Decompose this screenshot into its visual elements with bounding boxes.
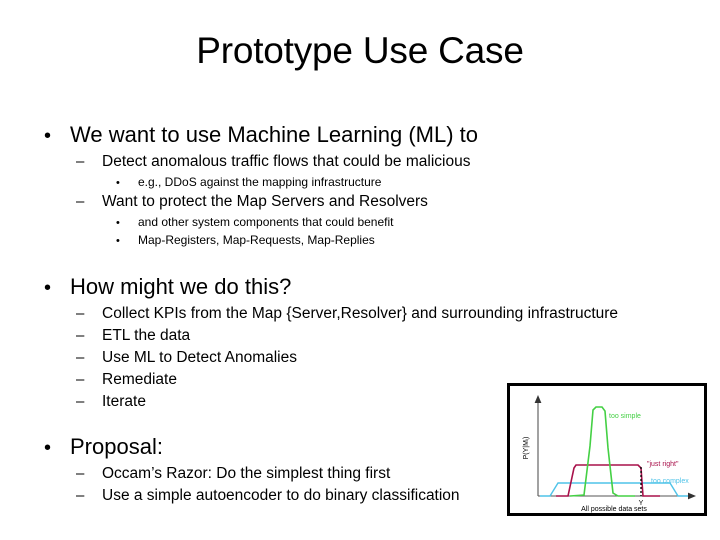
- bullet-marker: –: [76, 465, 85, 482]
- bullet-text: Occam’s Razor: Do the simplest thing fir…: [102, 465, 391, 482]
- bullet-marker: •: [44, 125, 52, 147]
- bullet-marker: –: [76, 153, 85, 170]
- bullet-text: Proposal:: [70, 434, 163, 459]
- annotation-too-complex: too complex: [651, 478, 689, 485]
- bullet-marker: •: [44, 437, 52, 459]
- bullet-marker: –: [76, 327, 85, 344]
- bullet-marker: –: [76, 305, 85, 322]
- bullet-text: Use ML to Detect Anomalies: [102, 349, 297, 366]
- bullet-group-1: • We want to use Machine Learning (ML) t…: [32, 120, 702, 249]
- list-item: • and other system components that could…: [116, 213, 702, 231]
- bullet-marker: –: [76, 393, 85, 410]
- bullet-text: Iterate: [102, 393, 146, 410]
- bullet-text: Map-Registers, Map-Requests, Map-Replies: [138, 233, 375, 247]
- slide-canvas: Prototype Use Case • We want to use Mach…: [0, 0, 720, 540]
- bullet-text: and other system components that could b…: [138, 215, 394, 229]
- bullet-text: ETL the data: [102, 327, 191, 344]
- curve-just-right: [556, 464, 660, 497]
- model-evidence-chart: too simple "just right" too complex Y Al…: [523, 395, 696, 513]
- list-item: – Want to protect the Map Servers and Re…: [76, 191, 702, 213]
- bullet-marker: –: [76, 371, 85, 388]
- page-title: Prototype Use Case: [196, 30, 524, 71]
- bullet-text: e.g., DDoS against the mapping infrastru…: [138, 175, 382, 189]
- list-item: • How might we do this?: [44, 272, 702, 302]
- y-axis-arrow: [534, 395, 542, 403]
- occams-razor-figure: too simple "just right" too complex Y Al…: [507, 383, 707, 516]
- bullet-text: Collect KPIs from the Map {Server,Resolv…: [102, 305, 619, 322]
- list-item: • Map-Registers, Map-Requests, Map-Repli…: [116, 231, 702, 249]
- list-item: – Collect KPIs from the Map {Server,Reso…: [76, 303, 702, 325]
- bullet-text: Want to protect the Map Servers and Reso…: [102, 193, 428, 210]
- list-item: • e.g., DDoS against the mapping infrast…: [116, 173, 702, 191]
- bullet-text: Detect anomalous traffic flows that coul…: [102, 153, 471, 170]
- bullet-marker: –: [76, 193, 85, 210]
- list-item: – Detect anomalous traffic flows that co…: [76, 151, 702, 173]
- bullet-marker: •: [116, 177, 120, 189]
- bullet-marker: •: [116, 235, 120, 247]
- list-item: – ETL the data: [76, 325, 702, 347]
- bullet-text: We want to use Machine Learning (ML) to: [70, 122, 479, 147]
- bullet-text: How might we do this?: [70, 274, 292, 299]
- annotation-just-right: "just right": [647, 461, 679, 468]
- list-item: – Use ML to Detect Anomalies: [76, 347, 702, 369]
- bullet-text: Remediate: [102, 371, 177, 388]
- bullet-text: Use a simple autoencoder to do binary cl…: [102, 487, 460, 504]
- x-axis-arrow: [688, 492, 696, 500]
- bullet-marker: –: [76, 487, 85, 504]
- bullet-marker: •: [44, 277, 52, 299]
- y-axis-label: P(Y|Mᵢ): [523, 437, 530, 460]
- list-item: • We want to use Machine Learning (ML) t…: [44, 120, 702, 150]
- bullet-marker: •: [116, 217, 120, 229]
- annotation-too-simple: too simple: [609, 413, 641, 420]
- bullet-marker: –: [76, 349, 85, 366]
- x-axis-label: All possible data sets: [581, 506, 647, 513]
